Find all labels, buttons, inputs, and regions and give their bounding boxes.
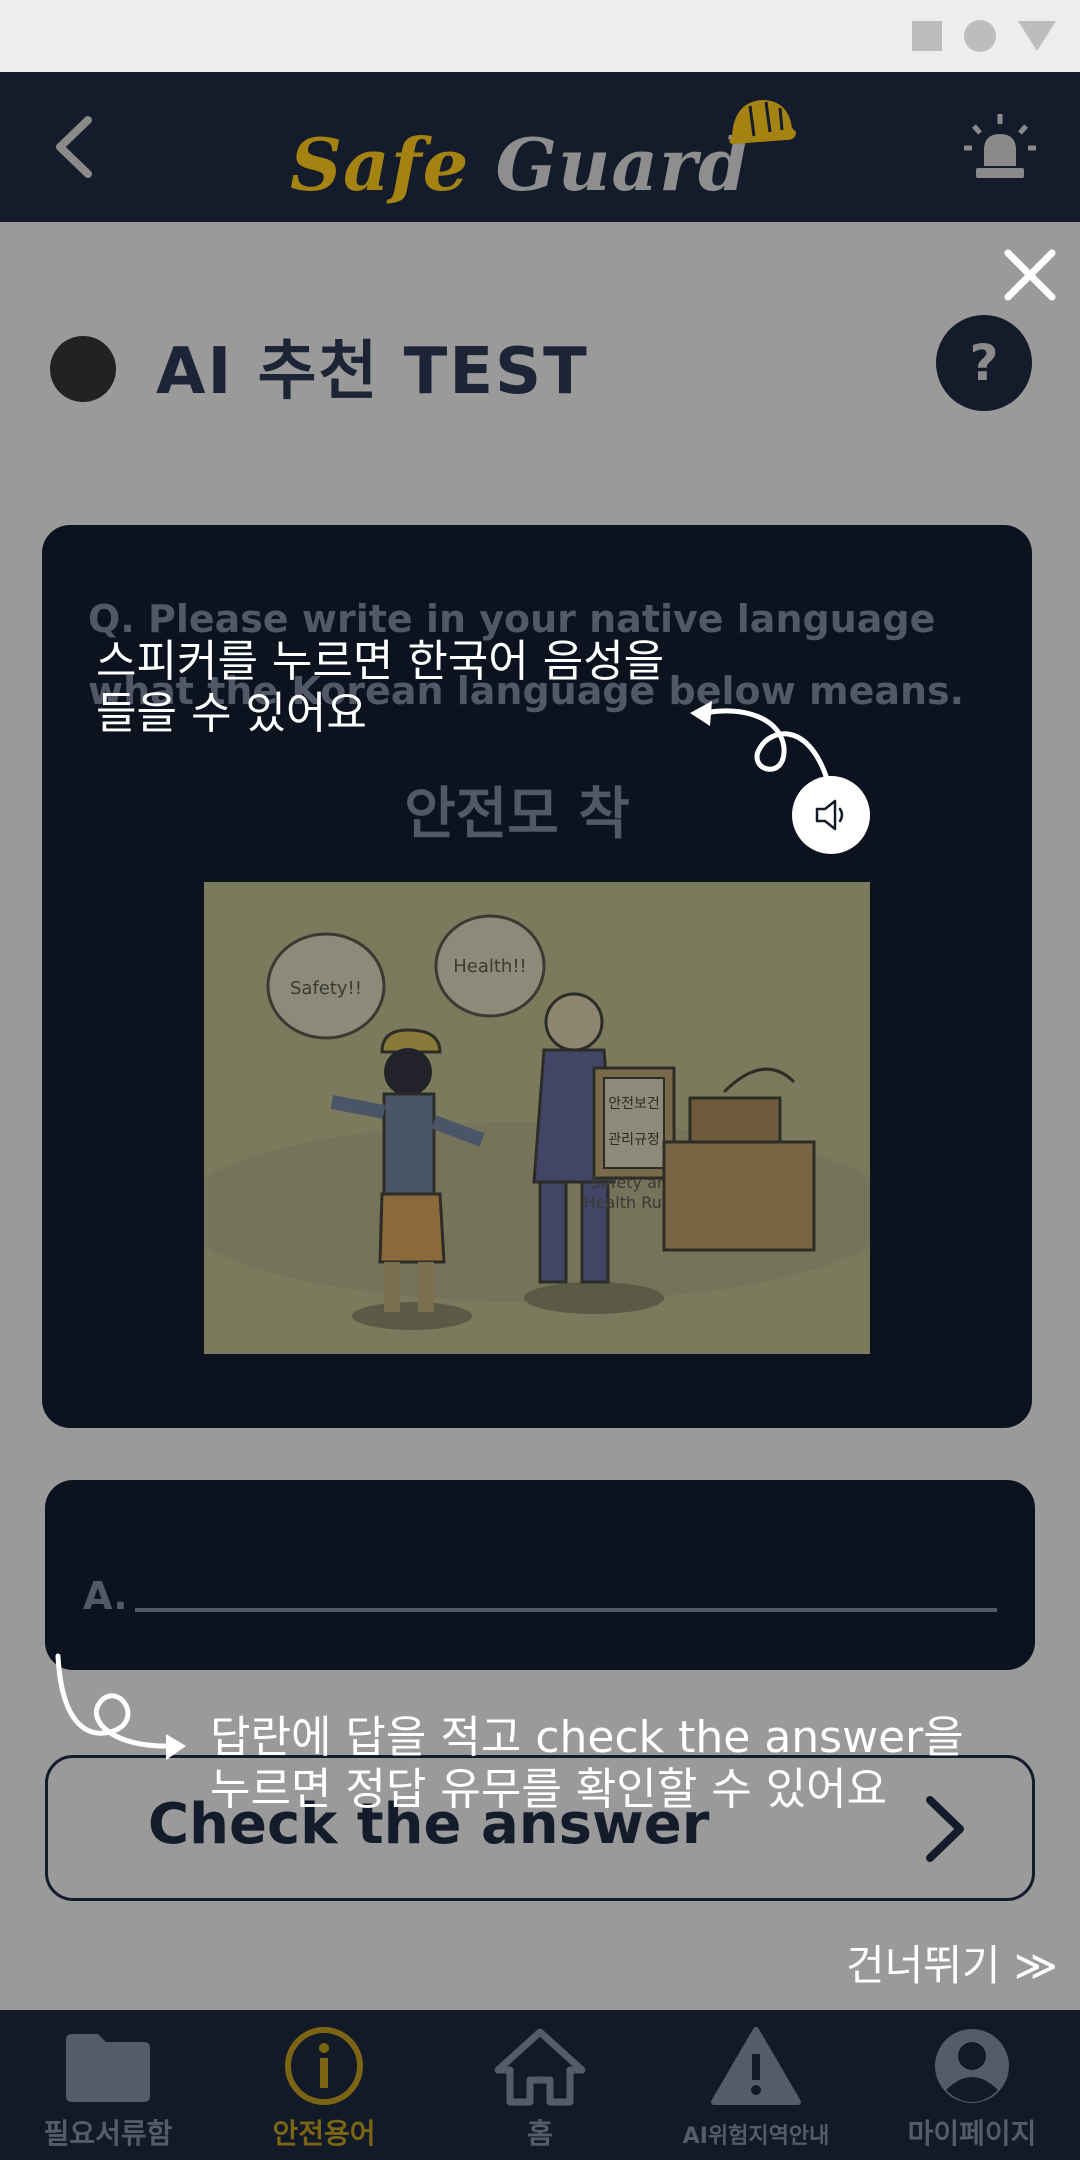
logo-word-safe: Safe: [290, 122, 470, 207]
home-icon: [494, 2028, 586, 2106]
page-title: AI 추천 TEST: [156, 335, 589, 409]
nav-label-documents: 필요서류함: [43, 2117, 173, 2150]
app-header: Safe Guard: [0, 72, 1080, 222]
status-bar: [0, 0, 1080, 72]
folder-icon: [66, 2034, 150, 2102]
close-icon[interactable]: [1000, 245, 1060, 305]
back-button[interactable]: [40, 112, 110, 182]
clipboard-line2: 관리규정: [608, 1132, 660, 1148]
speaker-tip: 스피커를 누르면 한국어 음성을 들을 수 있어요: [96, 636, 736, 740]
answer-label: A.: [83, 1574, 128, 1618]
nav-item-my-page[interactable]: 마이페이지: [864, 2010, 1080, 2160]
nav-item-home[interactable]: 홈: [432, 2010, 648, 2160]
title-bullet: [50, 336, 116, 402]
hard-hat-icon: [729, 100, 796, 144]
bubble-health-text: Health!!: [453, 956, 527, 977]
nav-item-safety-terms[interactable]: 안전용어: [216, 2010, 432, 2160]
nav-label-my-page: 마이페이지: [907, 2117, 1037, 2150]
speaker-icon: [815, 799, 844, 831]
answer-tip: 답란에 답을 적고 check the answer을 누르면 정답 유무를 확…: [210, 1712, 1010, 1816]
safeguard-logo: Safe Guard: [290, 92, 810, 212]
warning-icon: [711, 2027, 801, 2105]
recent-apps-icon[interactable]: [912, 21, 942, 51]
nav-item-documents[interactable]: 필요서류함: [0, 2010, 216, 2160]
speaker-tip-line2: 들을 수 있어요: [96, 688, 367, 739]
skip-button[interactable]: 건너뛰기 ≫: [846, 1932, 1058, 1993]
answer-card: A.: [45, 1480, 1035, 1670]
answer-input[interactable]: [135, 1608, 997, 1612]
info-icon: [285, 2027, 363, 2105]
user-icon: [935, 2029, 1009, 2103]
alarm-button[interactable]: [960, 108, 1040, 188]
bubble-safety-text: Safety!!: [290, 978, 362, 999]
bottom-navigation: 필요서류함 안전용어 홈 AI위험지역안내 마이페이지: [0, 2010, 1080, 2160]
korean-word: 안전모 착용: [404, 782, 630, 865]
nav-label-safety-terms: 안전용어: [272, 2117, 376, 2150]
speaker-tip-line1: 스피커를 누르면 한국어 음성을: [96, 636, 665, 687]
home-nav-icon[interactable]: [964, 20, 996, 52]
nav-label-ai-danger-zone: AI위험지역안내: [682, 2124, 830, 2149]
nav-item-ai-danger-zone[interactable]: AI위험지역안내: [648, 2010, 864, 2160]
logo-word-guard: Guard: [495, 122, 750, 207]
clipboard-line1: 안전보건: [608, 1096, 660, 1112]
siren-icon: [964, 114, 1036, 178]
help-button[interactable]: ?: [936, 315, 1032, 411]
back-nav-icon[interactable]: [1018, 21, 1056, 51]
speaker-button[interactable]: [792, 776, 870, 854]
nav-label-home: 홈: [527, 2117, 553, 2150]
chevron-left-icon: [56, 116, 92, 178]
answer-tip-line2: 누르면 정답 유무를 확인할 수 있어요: [210, 1764, 888, 1815]
safety-cartoon-image: Safety!! Health!! 안전보건 관리규정 Safety and H…: [204, 882, 870, 1354]
answer-tip-line1: 답란에 답을 적고 check the answer을: [210, 1712, 964, 1763]
